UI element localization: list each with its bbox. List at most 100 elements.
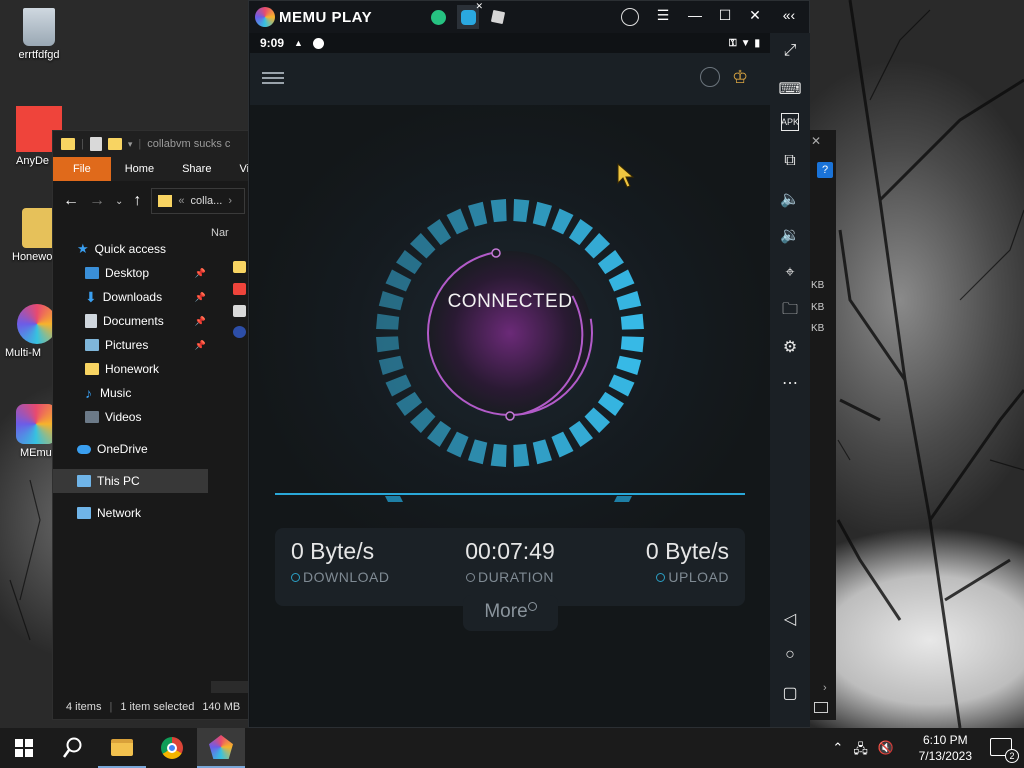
nav-item-honework[interactable]: Honework [53,357,208,381]
nav-item-videos[interactable]: Videos [53,405,208,429]
folder-icon[interactable] [233,261,246,273]
menu-icon[interactable] [262,69,284,87]
taskbar-clock[interactable]: 6:10 PM 7/13/2023 [919,732,972,764]
nav-item-pictures[interactable]: Pictures 📌 [53,333,208,357]
memu-file-icon[interactable] [233,326,246,338]
tab-close-icon[interactable]: ✕ [475,1,483,12]
horizontal-scrollbar[interactable] [211,681,251,693]
hamburger-menu-icon[interactable]: ☰ [653,7,673,24]
volume-down-icon[interactable]: 🔉 [778,223,802,247]
new-folder-icon[interactable] [107,138,122,150]
chrome-icon [161,737,183,759]
ring-segment [385,374,412,397]
show-hidden-icons[interactable]: ⌃ [832,740,843,762]
tab-app-roblox[interactable] [487,5,509,29]
taskbar-chrome[interactable] [148,728,196,768]
ribbon-tab-file[interactable]: File [53,157,111,181]
close-icon[interactable]: ✕ [745,7,765,24]
volume-muted-icon[interactable]: 🔇 [878,740,894,762]
up-arrow-icon[interactable]: ↑ [133,192,141,210]
maximize-icon[interactable]: ☐ [715,7,735,24]
collapse-sidebar-icon[interactable]: «‹ [779,7,799,23]
memu-icon [209,735,233,759]
ribbon-tab-view[interactable]: Vi [225,157,249,181]
explorer-status-bar: 4 items | 1 item selected 140 MB [53,695,251,719]
tab-app-green[interactable] [427,5,449,29]
anydesk-file-icon[interactable] [233,283,246,295]
connection-ring[interactable] [372,195,648,471]
action-center-icon[interactable]: 2 [990,738,1019,763]
nav-label: Quick access [94,242,167,256]
more-icon[interactable]: ⋯ [778,371,802,395]
ring-segment [532,201,553,227]
account-icon[interactable] [621,8,639,26]
ring-segment [551,208,574,235]
volume-up-icon[interactable]: 🔈 [778,187,802,211]
recent-locations-icon[interactable]: ⌄ [115,196,123,207]
multi-window-icon[interactable]: ⧉ [778,149,802,173]
nav-item-downloads[interactable]: ⬇ Downloads 📌 [53,285,208,309]
help-icon[interactable]: ? [817,162,833,178]
memu-title-bar[interactable]: MEMU PLAY ✕ ☰ — ☐ ✕ «‹ [249,1,809,33]
file-size: KB [811,323,825,334]
nav-quick-access[interactable]: ★ Quick access [53,237,208,261]
ring-segment [620,313,644,330]
network-icon[interactable]: 🖧 [853,740,868,762]
ribbon-tab-share[interactable]: Share [168,157,225,181]
explorer-title-bar[interactable]: | ▾ | collabvm sucks c [53,131,251,157]
column-header-name[interactable]: Nar [211,227,229,239]
address-path-box[interactable]: « colla... › [151,188,246,214]
forward-arrow-icon[interactable]: → [89,192,105,210]
download-value: 0 Byte/s [291,538,375,564]
globe-icon[interactable] [700,67,720,87]
home-icon[interactable]: ○ [778,643,802,667]
start-button[interactable] [0,728,48,768]
recents-icon[interactable]: ▢ [778,681,802,705]
back-arrow-icon[interactable]: ← [63,192,79,210]
folder-icon[interactable]: 🗀 [778,299,802,323]
more-button[interactable]: More [463,595,558,631]
back-icon[interactable]: ◁ [778,607,802,631]
apk-icon[interactable]: APK [781,113,799,131]
scroll-right-icon[interactable]: › [823,682,827,694]
app-green-icon [430,9,446,25]
recycle-bin-icon [23,8,55,46]
path-overflow: « [178,195,185,207]
minimize-icon[interactable]: — [685,7,705,23]
ring-segment [616,290,642,311]
nav-item-documents[interactable]: Documents 📌 [53,309,208,333]
file-icon[interactable] [233,305,246,317]
tab-app-vpn[interactable]: ✕ [457,1,483,29]
keyboard-icon[interactable]: ⌨ [778,77,802,101]
ring-segment [467,439,488,465]
window-close-icon[interactable]: ✕ [811,134,821,148]
ring-segment [409,407,436,434]
pin-icon: 📌 [194,267,206,278]
item-count: 4 items [66,701,102,713]
settings-icon[interactable]: ⚙ [778,335,802,359]
roblox-icon [490,9,506,25]
taskbar-file-explorer[interactable] [98,728,146,768]
nav-this-pc[interactable]: This PC [53,469,208,493]
crown-icon[interactable]: ♔ [732,67,754,87]
fullscreen-icon[interactable]: ⤢ [778,39,802,63]
search-button[interactable] [48,728,96,768]
vpn-app-icon [460,9,476,25]
ring-segment [584,407,611,434]
nav-onedrive[interactable]: OneDrive [53,437,208,461]
location-icon[interactable]: ⌖ [778,261,802,285]
preview-pane-icon[interactable] [814,702,828,713]
ribbon-tab-home[interactable]: Home [111,157,168,181]
quick-access-dropdown-icon[interactable]: ▾ [128,139,133,150]
nav-item-music[interactable]: ♪ Music [53,381,208,405]
nav-item-desktop[interactable]: Desktop 📌 [53,261,208,285]
upload-value: 0 Byte/s [645,538,729,564]
desktop-icon-recycle-bin[interactable]: errtfdfgd [3,8,75,61]
duration-stat: 00:07:49 DURATION [455,538,565,585]
folder-icon [85,363,99,375]
properties-icon[interactable] [89,137,102,151]
nav-network[interactable]: Network [53,501,208,525]
ring-segment [532,439,553,465]
taskbar-memu[interactable] [197,728,245,768]
more-label: More [484,601,528,622]
